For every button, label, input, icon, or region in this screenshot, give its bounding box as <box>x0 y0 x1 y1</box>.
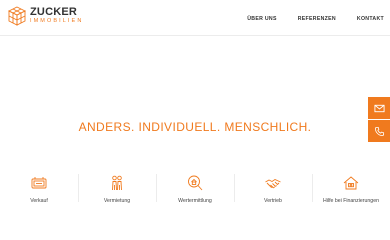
people-icon <box>112 175 122 191</box>
site-header: ZUCKER IMMOBILIEN ÜBER UNS REFERENZEN KO… <box>0 0 390 36</box>
house-money-icon <box>343 176 359 190</box>
nav-item-kontakt[interactable]: KONTAKT <box>357 16 384 22</box>
hero-section: ANDERS. INDIVIDUELL. MENSCHLICH. <box>0 120 390 134</box>
phone-button[interactable] <box>368 120 390 142</box>
hero-tagline: ANDERS. INDIVIDUELL. MENSCHLICH. <box>78 120 312 134</box>
brand-subline: IMMOBILIEN <box>30 18 84 25</box>
service-finanzierung[interactable]: Hilfe bei Finanzierungen <box>312 170 390 210</box>
service-wertermittlung[interactable]: Wertermittlung <box>156 170 234 210</box>
nav-item-referenzen[interactable]: REFERENZEN <box>298 16 336 22</box>
service-vermietung[interactable]: Vermietung <box>78 170 156 210</box>
service-label: Vertrieb <box>264 198 282 204</box>
service-label: Vermietung <box>103 198 131 204</box>
cube-logo-icon <box>7 6 27 26</box>
service-label: Wertermittlung <box>178 198 212 204</box>
service-vertrieb[interactable]: Vertrieb <box>234 170 312 210</box>
phone-icon <box>374 126 384 136</box>
magnifier-house-icon <box>188 175 203 191</box>
handshake-icon <box>265 178 281 189</box>
brand-name: ZUCKER <box>30 6 78 19</box>
service-verkauf[interactable]: Verkauf <box>0 170 78 210</box>
for-sale-sign-icon <box>31 177 47 189</box>
services-bar: Verkauf Vermietung Wertermittlung Vertri… <box>0 170 390 210</box>
envelope-icon <box>373 104 385 112</box>
nav-item-ueber-uns[interactable]: ÜBER UNS <box>247 16 277 22</box>
service-label: Verkauf <box>30 198 48 204</box>
main-nav: ÜBER UNS REFERENZEN KONTAKT <box>226 16 384 22</box>
logo[interactable]: ZUCKER IMMOBILIEN <box>7 6 83 26</box>
mail-button[interactable] <box>368 97 390 119</box>
service-label: Hilfe bei Finanzierungen <box>323 198 379 204</box>
